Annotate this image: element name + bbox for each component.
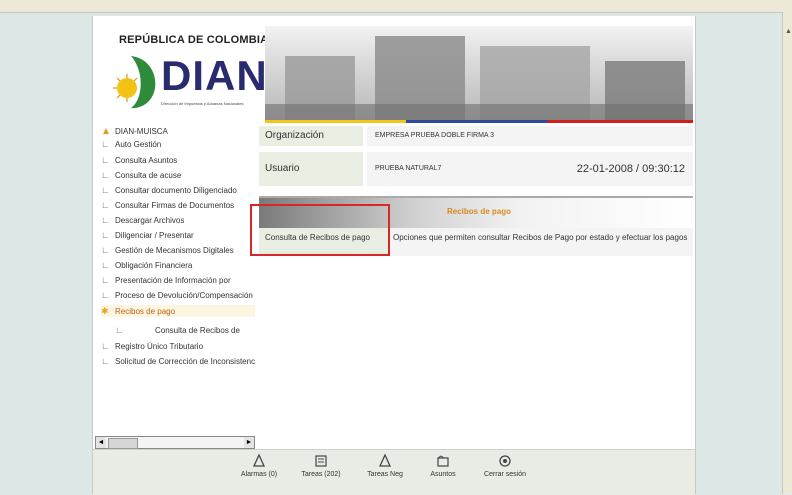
consulta-recibos-link[interactable]: Consulta de Recibos de pago bbox=[259, 228, 389, 256]
folder-open-icon: ✱ bbox=[101, 306, 109, 316]
tree-branch-icon: ∟ bbox=[101, 290, 110, 300]
sidebar-root[interactable]: ▲ DIAN-MUISCA bbox=[101, 126, 255, 138]
brand-name: DIAN bbox=[161, 52, 268, 99]
footer-toolbar: Alarmas (0) Tareas (202) Tareas Neg Asun… bbox=[93, 449, 695, 495]
asuntos-button[interactable]: Asuntos bbox=[413, 454, 473, 478]
tree-branch-icon: ∟ bbox=[101, 200, 110, 210]
bell-icon bbox=[252, 454, 266, 467]
tree-branch-icon: ∟ bbox=[101, 139, 110, 149]
user-value: PRUEBA NATURAL7 bbox=[375, 165, 442, 172]
country-title: REPÚBLICA DE COLOMBIA bbox=[119, 34, 269, 46]
tree-branch-icon: ∟ bbox=[101, 275, 110, 285]
sidebar-horizontal-scrollbar[interactable]: ◄ ► bbox=[95, 436, 255, 449]
alarms-button[interactable]: Alarmas (0) bbox=[229, 454, 289, 478]
folder-icon bbox=[437, 455, 449, 467]
section-row: Consulta de Recibos de pago Opciones que… bbox=[259, 228, 693, 256]
sidebar-item-consultar-firmas[interactable]: ∟ Consultar Firmas de Documentos bbox=[101, 199, 255, 211]
sidebar-item-consulta-asuntos[interactable]: ∟ Consulta Asuntos bbox=[101, 154, 255, 166]
scroll-left-icon[interactable]: ◄ bbox=[96, 437, 106, 448]
sidebar-item-consulta-acuse[interactable]: ∟ Consulta de acuse bbox=[101, 169, 255, 181]
vertical-scrollbar[interactable]: ▲ bbox=[782, 12, 792, 494]
sidebar-item-diligenciar[interactable]: ∟ Diligenciar / Presentar bbox=[101, 229, 255, 241]
brand-subtitle: Dirección de Impuestos y Aduanas Naciona… bbox=[161, 101, 244, 106]
sidebar-item-rut[interactable]: ∟ Registro Único Tributario bbox=[101, 340, 255, 352]
sidebar-item-recibos[interactable]: ✱ Recibos de pago bbox=[101, 305, 255, 317]
flag-stripe bbox=[265, 120, 693, 123]
bell-icon bbox=[378, 454, 392, 467]
dian-logo-icon bbox=[113, 56, 156, 109]
logout-button[interactable]: Cerrar sesión bbox=[475, 454, 535, 478]
folder-icon: ▲ bbox=[101, 126, 111, 137]
browser-top-bar bbox=[0, 0, 792, 13]
tree-branch-icon: ∟ bbox=[101, 260, 110, 270]
tree-branch-icon: ∟ bbox=[101, 230, 110, 240]
org-value: EMPRESA PRUEBA DOBLE FIRMA 3 bbox=[367, 126, 693, 146]
user-value-cell: PRUEBA NATURAL7 22-01-2008 / 09:30:12 bbox=[367, 152, 693, 186]
sidebar-item-devolucion[interactable]: ∟ Proceso de Devolución/Compensación bbox=[101, 289, 255, 301]
org-row: Organización EMPRESA PRUEBA DOBLE FIRMA … bbox=[259, 126, 693, 146]
tree-branch-icon: ∟ bbox=[101, 170, 110, 180]
tree-branch-icon: ∟ bbox=[101, 245, 110, 255]
user-label: Usuario bbox=[259, 152, 365, 186]
scroll-right-icon[interactable]: ► bbox=[244, 437, 254, 448]
section-description: Opciones que permiten consultar Recibos … bbox=[393, 233, 688, 242]
tree-branch-icon: ∟ bbox=[101, 215, 110, 225]
app-page: REPÚBLICA DE COLOMBIA DIAN Dirección de … bbox=[92, 16, 696, 495]
section-header: Recibos de pago bbox=[259, 196, 693, 228]
scroll-up-icon[interactable]: ▲ bbox=[785, 28, 792, 35]
sidebar-item-consultar-documento[interactable]: ∟ Consultar documento Diligenciado bbox=[101, 184, 255, 196]
sidebar-item-correccion[interactable]: ∟ Solicitud de Corrección de Inconsistenc… bbox=[101, 355, 255, 367]
user-row: Usuario PRUEBA NATURAL7 22-01-2008 / 09:… bbox=[259, 152, 693, 186]
tree-branch-icon: ∟ bbox=[101, 155, 110, 165]
sidebar-item-mecanismos[interactable]: ∟ Gestión de Mecanismos Digitales bbox=[101, 244, 255, 256]
sidebar-item-obligacion[interactable]: ∟ Obligación Financiera bbox=[101, 259, 255, 271]
datetime: 22-01-2008 / 09:30:12 bbox=[576, 163, 685, 175]
header-photo bbox=[265, 26, 693, 121]
tasks-button[interactable]: Tareas (202) bbox=[291, 454, 351, 478]
sidebar-item-presentacion[interactable]: ∟ Presentación de Información por bbox=[101, 274, 255, 286]
sidebar: ▲ DIAN-MUISCA ∟ Auto Gestión ∟ Consulta Asu… bbox=[93, 124, 255, 449]
header: REPÚBLICA DE COLOMBIA DIAN Dirección de … bbox=[93, 16, 695, 124]
sidebar-item-auto-gestion[interactable]: ∟ Auto Gestión bbox=[101, 138, 255, 150]
sidebar-subitem-consulta-recibos[interactable]: ∟ Consulta de Recibos de bbox=[115, 324, 269, 336]
sidebar-item-descargar-archivos[interactable]: ∟ Descargar Archivos bbox=[101, 214, 255, 226]
org-label: Organización bbox=[259, 126, 365, 146]
scroll-thumb[interactable] bbox=[108, 438, 138, 449]
section-title: Recibos de pago bbox=[447, 207, 512, 216]
tree-branch-icon: ∟ bbox=[101, 356, 110, 366]
tasks-icon bbox=[315, 455, 327, 467]
tree-branch-icon: ∟ bbox=[115, 325, 124, 335]
tree-branch-icon: ∟ bbox=[101, 185, 110, 195]
tree-branch-icon: ∟ bbox=[101, 341, 110, 351]
tasks-neg-button[interactable]: Tareas Neg bbox=[355, 454, 415, 478]
power-icon bbox=[499, 455, 511, 467]
